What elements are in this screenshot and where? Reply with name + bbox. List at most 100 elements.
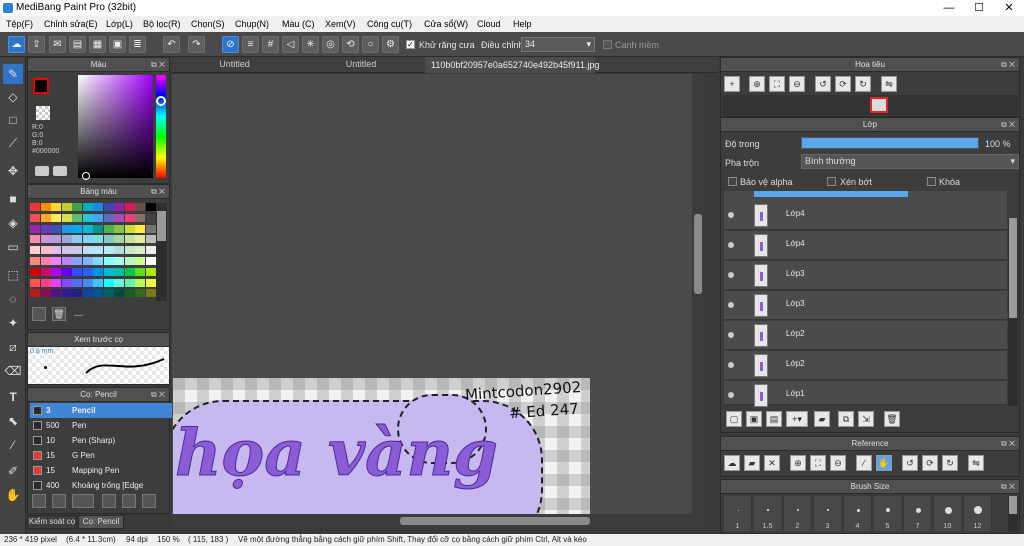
palette-swatch[interactable] (51, 224, 61, 233)
palette-swatch[interactable] (82, 203, 93, 211)
clipping-checkbox[interactable] (827, 177, 836, 186)
brush-size-scrollbar[interactable] (1008, 496, 1018, 532)
brush-size-cell[interactable]: 3 (813, 495, 842, 532)
fill-rect-tool-icon[interactable]: ■ (3, 189, 23, 209)
palette-swatch[interactable] (72, 224, 82, 233)
saturation-value-picker[interactable] (78, 75, 153, 178)
palette-swatch[interactable] (82, 289, 93, 298)
doc-tab-3-active[interactable]: 110b0bf20957e0a652740e492b45f911.jpg (425, 57, 599, 73)
palette-swatch[interactable] (40, 267, 51, 276)
comment-icon[interactable]: ✉ (49, 36, 66, 53)
text-tool-icon[interactable]: T (3, 387, 23, 407)
adjust-select[interactable]: 34 ▾ (521, 37, 595, 52)
palette-swatch[interactable] (61, 213, 72, 222)
palette-swatch[interactable] (124, 278, 135, 287)
foreground-color-swatch[interactable] (33, 78, 49, 94)
palette-swatch[interactable] (103, 278, 114, 287)
menu-view[interactable]: Xem(V) (325, 19, 356, 29)
palette-swatch[interactable] (30, 278, 40, 287)
minimize-icon[interactable]: — (934, 0, 964, 16)
reference-fit-icon[interactable]: ⛶ (810, 455, 826, 471)
palette-swatch[interactable] (124, 267, 135, 276)
reference-zoom-out-icon[interactable]: ⊖ (830, 455, 846, 471)
palette-swatch[interactable] (93, 224, 103, 233)
snap-ellipse-icon[interactable]: ○ (362, 36, 379, 53)
snap-cross-icon[interactable]: # (262, 36, 279, 53)
palette-swatch[interactable] (51, 213, 61, 222)
palette-swatch[interactable] (135, 235, 145, 244)
palette-swatch[interactable] (30, 246, 40, 255)
doc-tab-1[interactable]: Untitled (172, 59, 297, 73)
list-icon[interactable]: ≣ (129, 36, 146, 53)
menu-snap[interactable]: Chụp(N) (235, 19, 269, 29)
share-icon[interactable]: ⇪ (28, 36, 45, 53)
palette-swatch[interactable] (114, 267, 124, 276)
palette-swatch[interactable] (124, 257, 135, 265)
palette-swatch[interactable] (82, 257, 93, 265)
select-pen-tool-icon[interactable]: ⧄ (3, 337, 23, 357)
palette-swatch[interactable] (135, 267, 145, 276)
doc-tab-2[interactable]: Untitled (297, 59, 425, 73)
palette-swatch[interactable] (72, 213, 82, 222)
magic-wand-tool-icon[interactable]: ✦ (3, 313, 23, 333)
select-eraser-tool-icon[interactable]: ⌫ (3, 361, 23, 381)
canvas-viewport[interactable]: Mintcodon2902 # Ed 247 họa vàng (172, 74, 704, 514)
tab-brush-control[interactable]: Kiểm soát cọ (27, 515, 77, 529)
menu-select[interactable]: Chọn(S) (191, 19, 225, 29)
palette-swatch[interactable] (103, 235, 114, 244)
palette-swatch[interactable] (145, 203, 156, 211)
divide-tool-icon[interactable]: ✐ (3, 461, 23, 481)
layer-row[interactable]: Lớp3 (724, 261, 1007, 290)
eye-icon[interactable] (728, 332, 734, 338)
palette-swatch[interactable] (30, 235, 40, 244)
new-palette-icon[interactable] (32, 307, 46, 321)
panel-popout-icon[interactable]: ⧉ ✕ (151, 58, 165, 72)
canvas-vscroll[interactable] (692, 74, 704, 514)
palette-swatch[interactable] (114, 235, 124, 244)
palette-swatch[interactable] (114, 246, 124, 255)
palette-swatch[interactable] (124, 224, 135, 233)
eye-icon[interactable] (728, 272, 734, 278)
menu-tools[interactable]: Công cụ(T) (367, 19, 412, 29)
menu-edit[interactable]: Chỉnh sửa(E) (44, 19, 98, 29)
hue-handle[interactable] (156, 96, 166, 106)
fit-icon[interactable]: ⛶ (769, 76, 785, 92)
palette-swatch[interactable] (51, 267, 61, 276)
palette-swatch[interactable] (30, 203, 40, 211)
brush-size-cell[interactable]: 1.5 (753, 495, 782, 532)
eye-icon[interactable] (728, 302, 734, 308)
palette-swatch[interactable] (135, 203, 145, 211)
reference-rotate-reset-icon[interactable]: ⟳ (922, 455, 938, 471)
palette-swatch[interactable] (72, 257, 82, 265)
file-icon[interactable]: ▤ (69, 36, 86, 53)
palette-swatch[interactable] (30, 257, 40, 265)
reference-hand-icon[interactable]: ✋ (876, 455, 892, 471)
palette-swatch[interactable] (30, 267, 40, 276)
palette-swatch[interactable] (61, 246, 72, 255)
palette-swatch[interactable] (103, 213, 114, 222)
eyedropper-tool-icon[interactable]: ⁄ (3, 435, 23, 455)
palette-swatch[interactable] (103, 289, 114, 298)
reference-flip-icon[interactable]: ⇋ (968, 455, 984, 471)
reference-rotate-left-icon[interactable]: ↺ (902, 455, 918, 471)
brush-size-cell[interactable]: 10 (933, 495, 962, 532)
layer-row[interactable]: Lớp4 (724, 201, 1007, 230)
layer-row[interactable]: Lớp3 (724, 291, 1007, 320)
palette-swatch[interactable] (93, 257, 103, 265)
palette-swatch[interactable] (124, 203, 135, 211)
trash-icon[interactable]: 🗑 (52, 307, 66, 321)
palette-swatch[interactable] (114, 278, 124, 287)
palette-swatch[interactable] (145, 213, 156, 222)
reference-open-folder-icon[interactable]: ▰ (744, 455, 760, 471)
palette-swatch[interactable] (145, 235, 156, 244)
reference-rotate-right-icon[interactable]: ↻ (942, 455, 958, 471)
palette-swatch[interactable] (103, 246, 114, 255)
reference-close-icon[interactable]: ✕ (764, 455, 780, 471)
brush-download-icon[interactable] (52, 494, 66, 508)
brush-folder-icon[interactable] (122, 494, 136, 508)
antialias-checkbox[interactable]: ✓ (406, 40, 415, 49)
palette-swatch[interactable] (93, 246, 103, 255)
palette-swatch[interactable] (40, 213, 51, 222)
grid-icon[interactable]: ▣ (109, 36, 126, 53)
panel-popout-icon[interactable]: ⧉ ✕ (151, 388, 165, 402)
